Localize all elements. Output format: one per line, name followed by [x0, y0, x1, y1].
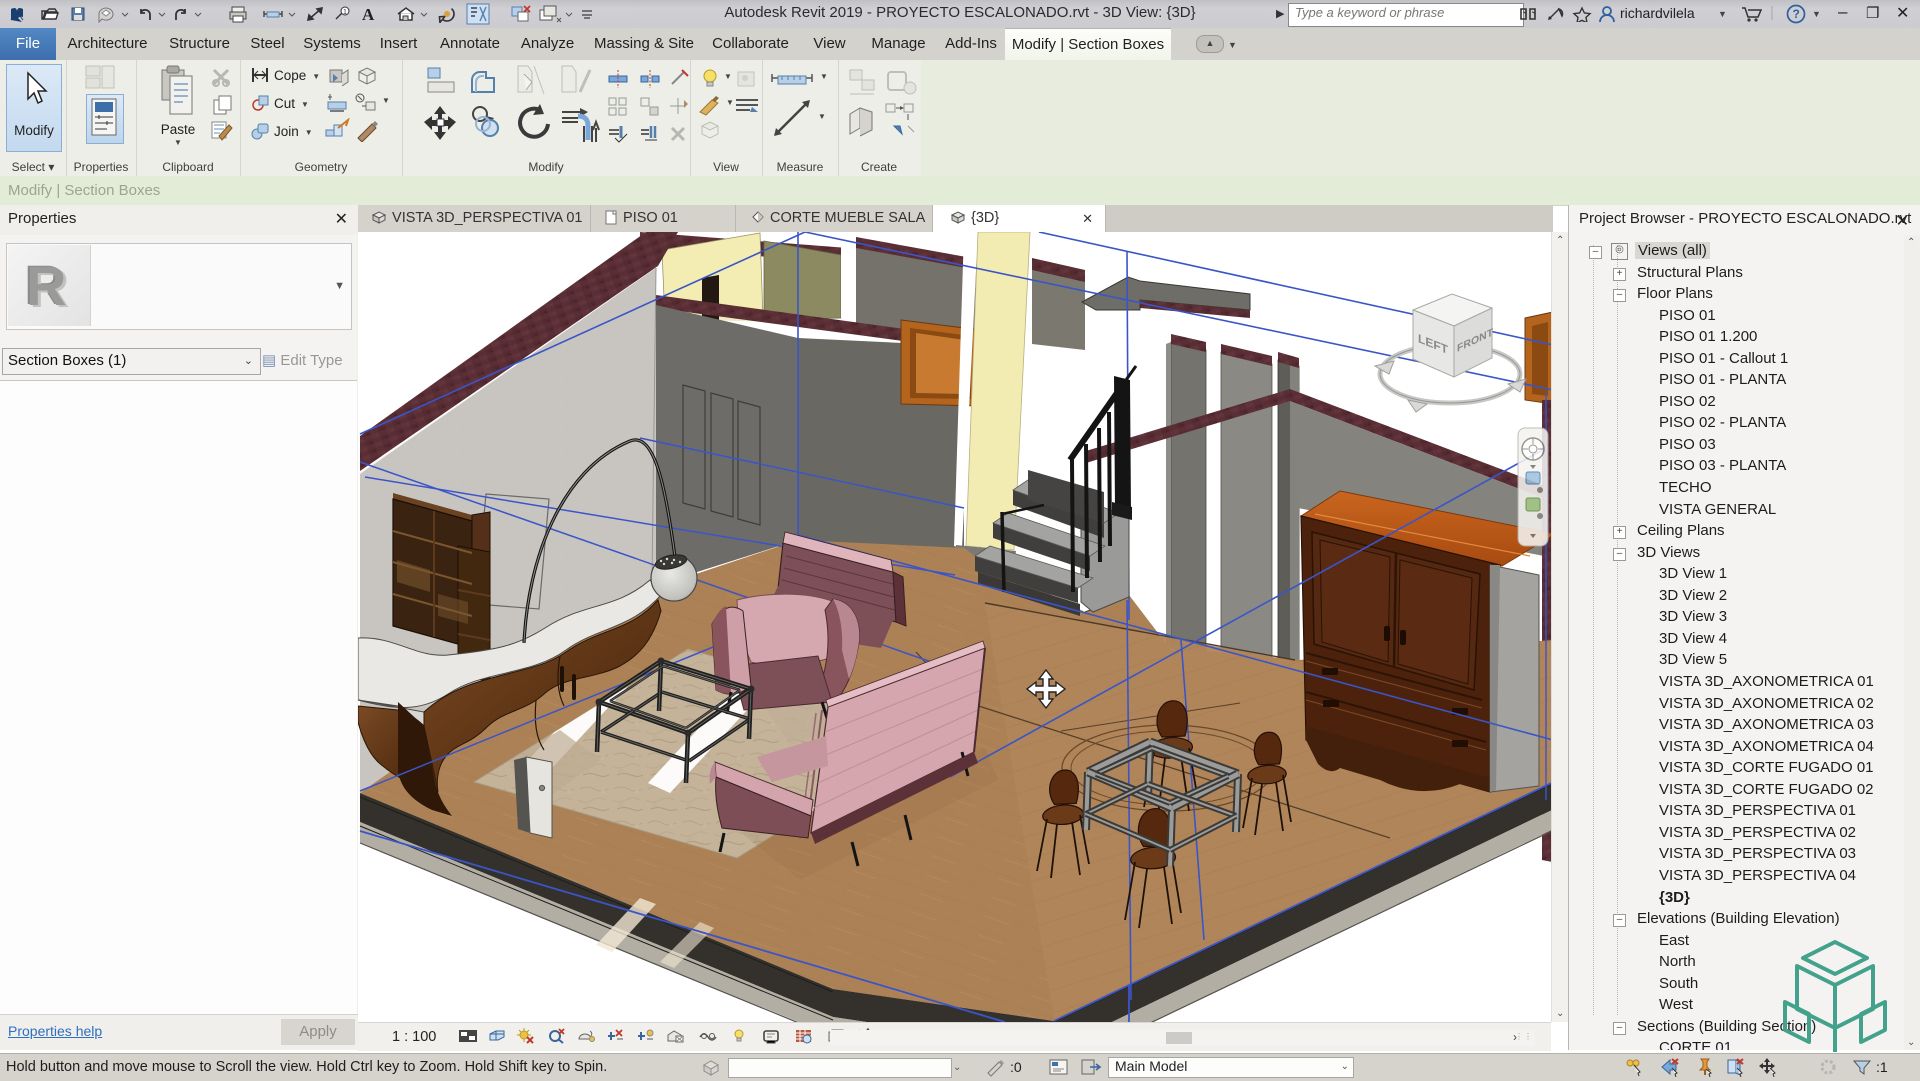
svg-text:?: ?	[1793, 7, 1800, 21]
